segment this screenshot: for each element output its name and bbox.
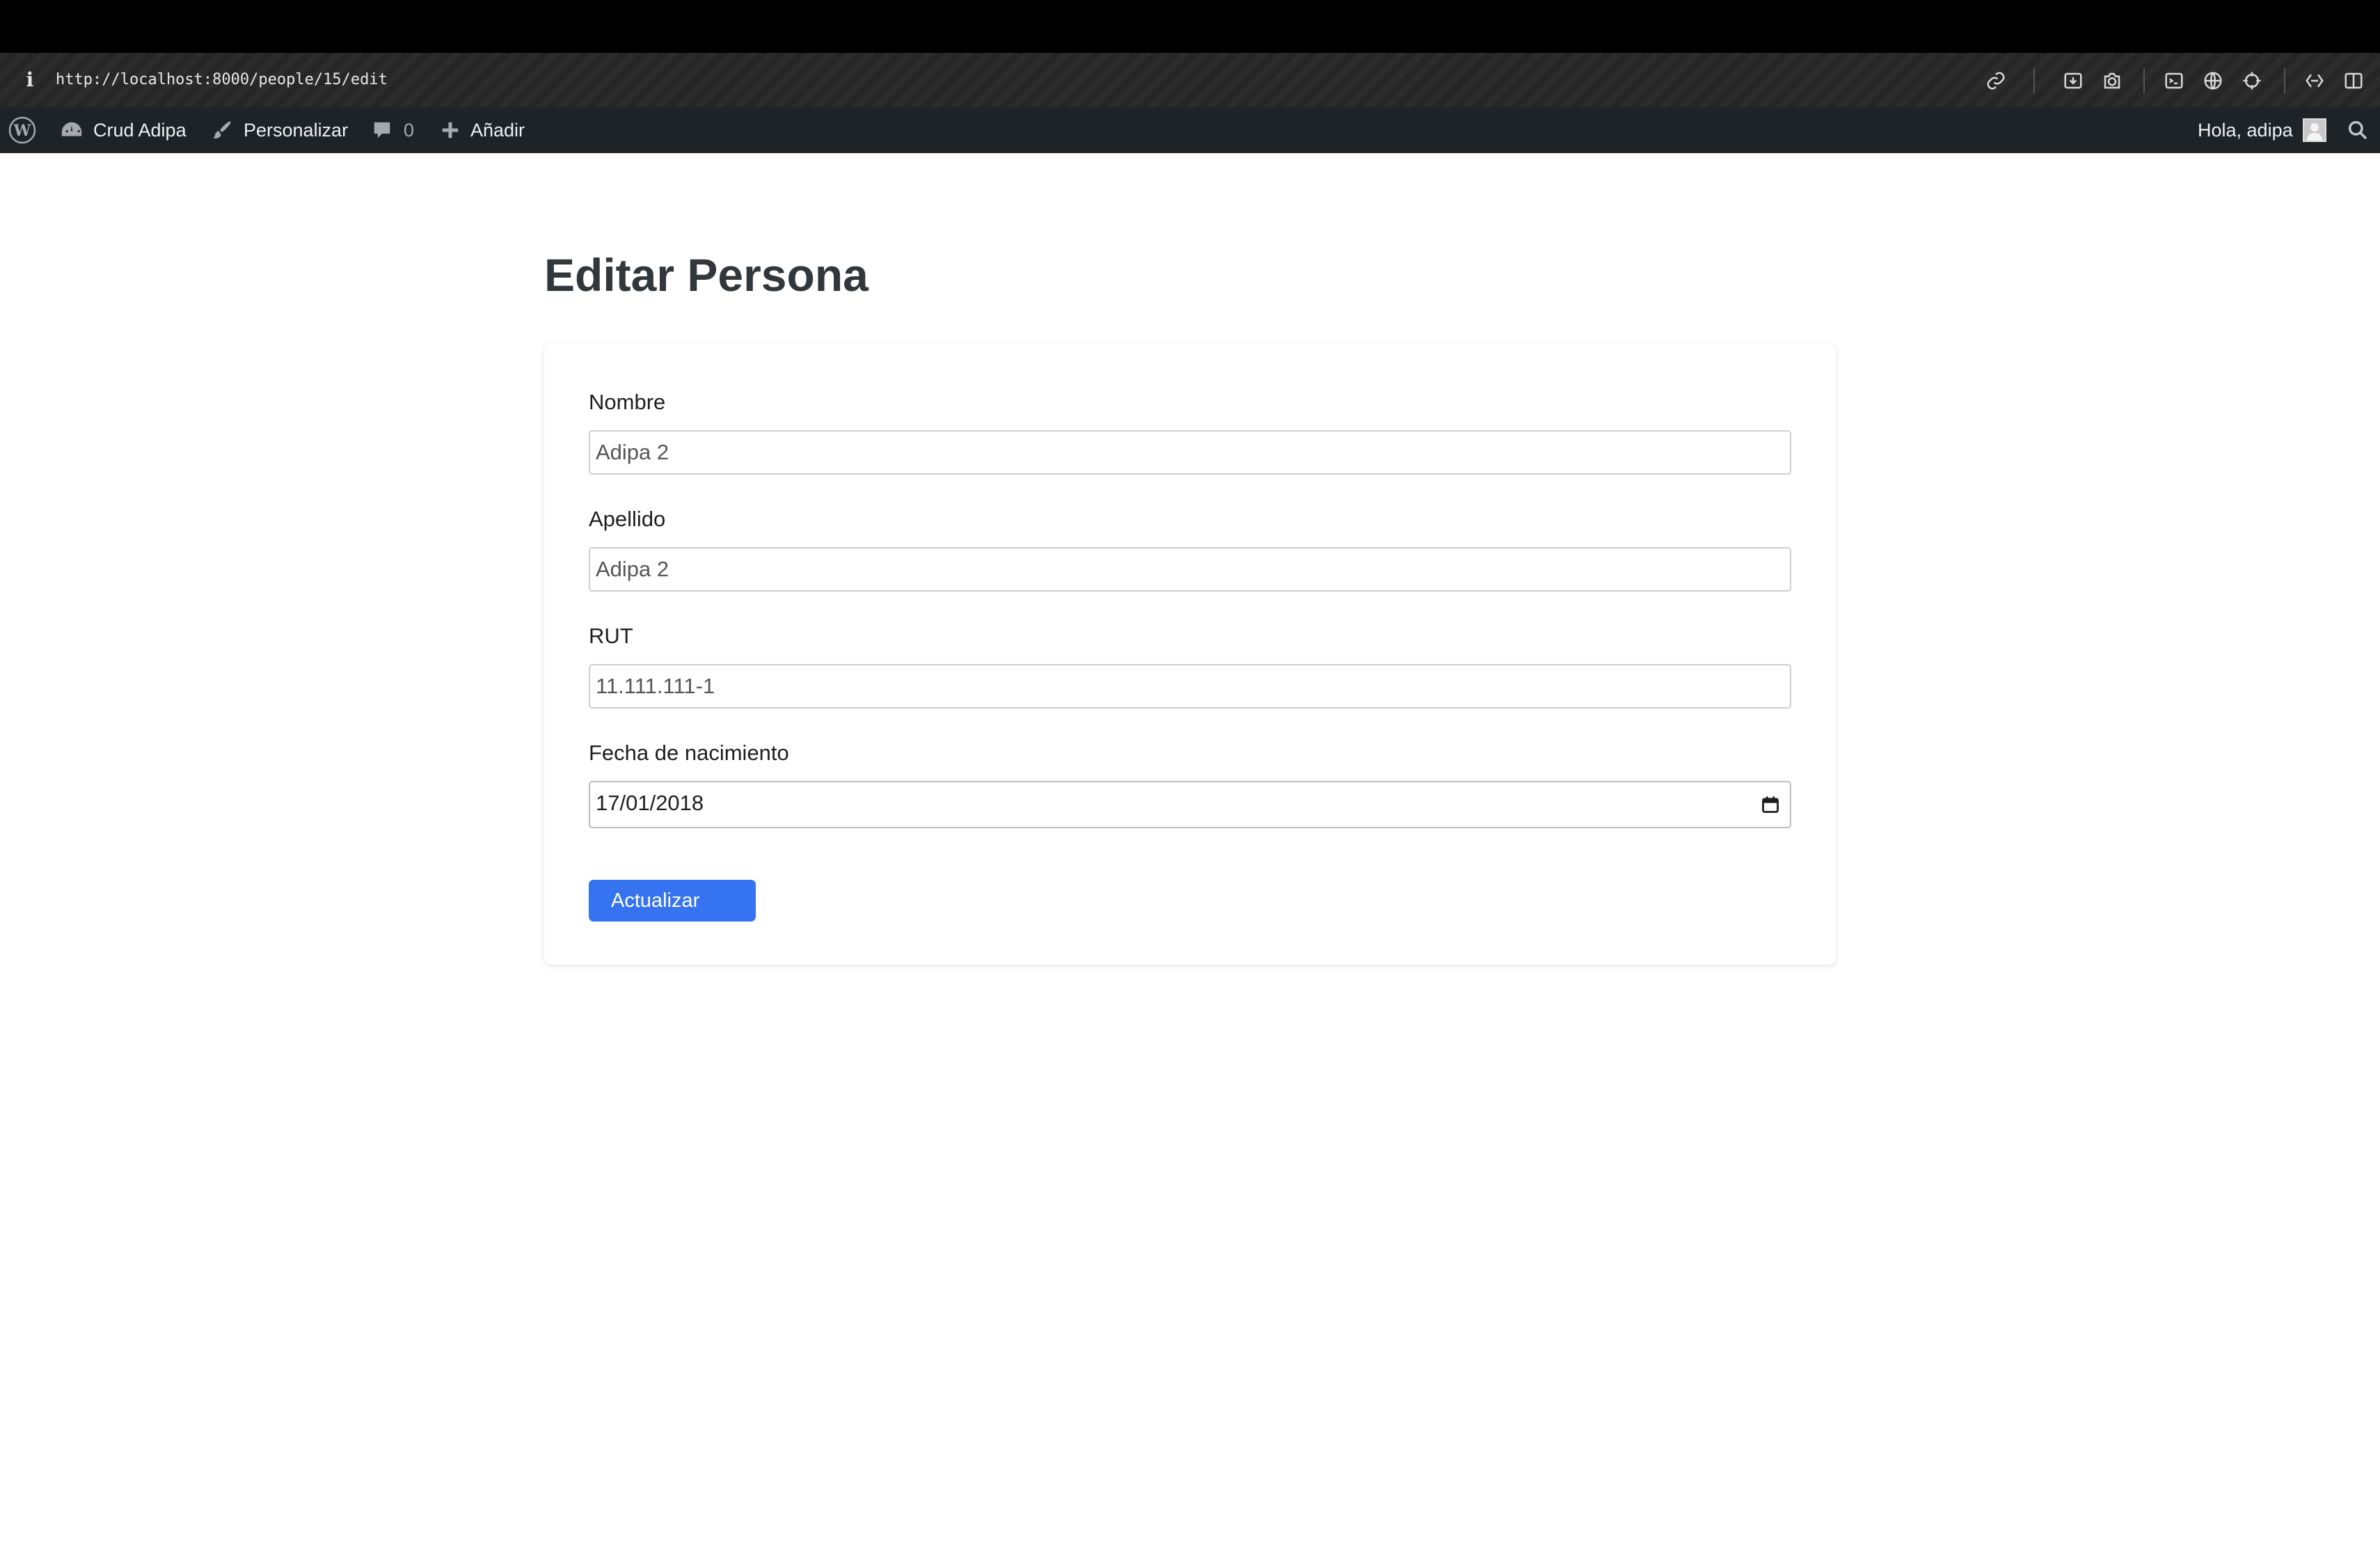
dashboard-icon bbox=[61, 122, 82, 136]
terminal-icon[interactable] bbox=[2163, 70, 2185, 92]
apellido-input[interactable] bbox=[589, 547, 1791, 592]
info-icon[interactable]: i bbox=[21, 66, 39, 94]
plus-icon bbox=[442, 122, 459, 139]
customize-label: Personalizar bbox=[244, 119, 349, 141]
calendar-icon[interactable] bbox=[1761, 795, 1780, 814]
globe-icon[interactable] bbox=[2202, 70, 2224, 92]
nombre-input[interactable] bbox=[589, 430, 1791, 475]
nombre-label: Nombre bbox=[589, 390, 666, 414]
add-new-label: Añadir bbox=[470, 119, 525, 141]
toolbar-separator bbox=[2284, 68, 2285, 93]
add-new-link[interactable]: Añadir bbox=[440, 107, 525, 153]
toolbar-separator bbox=[2143, 68, 2145, 93]
paintbrush-icon bbox=[213, 121, 231, 139]
greeting-text: Hola, adipa bbox=[2198, 119, 2293, 141]
wordpress-logo-icon[interactable]: W bbox=[8, 107, 36, 153]
fecha-label: Fecha de nacimiento bbox=[589, 741, 789, 765]
sidebar-icon[interactable] bbox=[2342, 70, 2365, 92]
page-title: Editar Persona bbox=[544, 249, 868, 301]
devtools-icon[interactable] bbox=[2303, 70, 2326, 92]
search-icon[interactable] bbox=[2347, 107, 2369, 153]
camera-icon[interactable] bbox=[2101, 70, 2123, 92]
my-account-link[interactable]: Hola, adipa bbox=[2198, 107, 2326, 153]
comments-link[interactable]: 0 bbox=[372, 107, 414, 153]
wp-admin-bar: W Crud Adipa Personalizar 0 Añadir Hola,… bbox=[0, 107, 2380, 153]
browser-url-bar[interactable]: i http://localhost:8000/people/15/edit bbox=[0, 53, 2380, 107]
fecha-value: 17/01/2018 bbox=[596, 791, 704, 815]
customize-link[interactable]: Personalizar bbox=[210, 107, 348, 153]
crosshair-icon[interactable] bbox=[2241, 70, 2263, 92]
window-top-strip bbox=[0, 0, 2380, 53]
comments-count: 0 bbox=[404, 119, 415, 141]
site-name-label: Crud Adipa bbox=[93, 119, 187, 141]
rut-input[interactable] bbox=[589, 664, 1791, 709]
site-name-link[interactable]: Crud Adipa bbox=[60, 107, 187, 153]
apellido-label: Apellido bbox=[589, 507, 666, 531]
avatar bbox=[2302, 118, 2326, 142]
link-icon[interactable] bbox=[1985, 70, 2007, 92]
update-button[interactable]: Actualizar bbox=[589, 880, 756, 922]
url-text[interactable]: http://localhost:8000/people/15/edit bbox=[56, 68, 388, 92]
fecha-nacimiento-input[interactable]: 17/01/2018 bbox=[589, 781, 1791, 828]
rut-label: RUT bbox=[589, 624, 633, 648]
comment-bubble-icon bbox=[374, 122, 390, 139]
svg-text:W: W bbox=[13, 122, 31, 140]
toolbar-separator bbox=[2033, 68, 2035, 93]
edit-person-form: Nombre Apellido RUT Fecha de nacimiento … bbox=[544, 344, 1836, 965]
download-icon[interactable] bbox=[2062, 70, 2084, 92]
